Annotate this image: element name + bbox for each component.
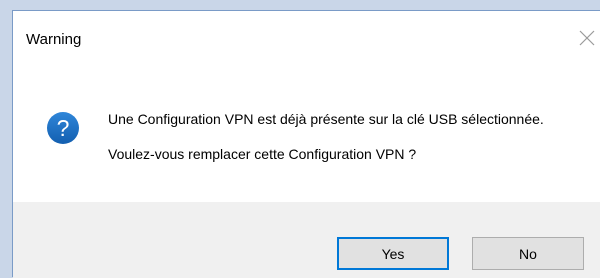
- close-icon: [579, 30, 595, 46]
- dialog-content: ? Une Configuration VPN est déjà présent…: [13, 63, 600, 202]
- dialog-footer: Yes No: [13, 202, 600, 278]
- svg-text:?: ?: [57, 115, 70, 141]
- close-button[interactable]: [574, 25, 600, 51]
- message-line-2: Voulez-vous remplacer cette Configuratio…: [108, 146, 417, 162]
- dialog-message: Une Configuration VPN est déjà présente …: [108, 111, 588, 163]
- yes-button[interactable]: Yes: [337, 237, 449, 270]
- no-button[interactable]: No: [472, 237, 584, 270]
- dialog-title: Warning: [26, 31, 82, 48]
- warning-dialog: Warning ? Une Configuration VPN est déjà…: [12, 10, 600, 278]
- message-line-1: Une Configuration VPN est déjà présente …: [108, 111, 544, 127]
- question-icon: ?: [46, 111, 80, 145]
- title-bar: Warning: [13, 11, 600, 63]
